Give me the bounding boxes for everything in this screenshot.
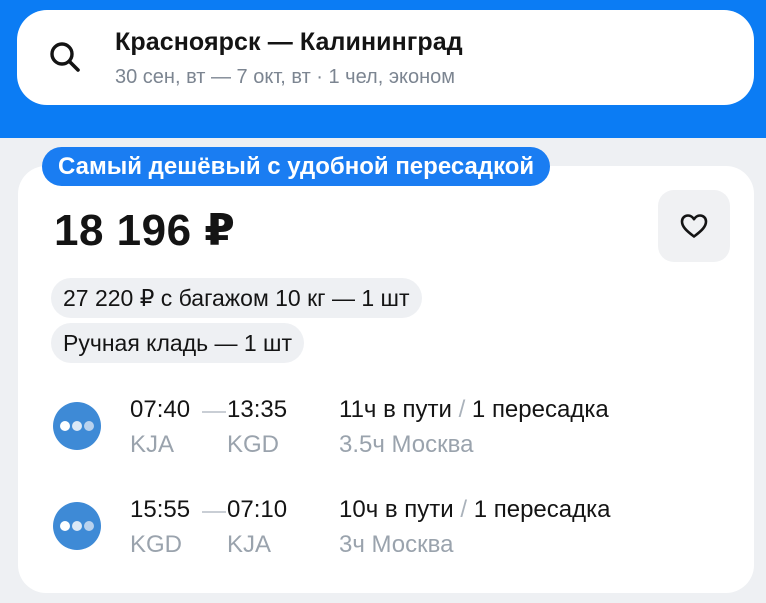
trip-duration: 10ч в пути / 1 пересадка <box>339 496 610 524</box>
favorite-button[interactable] <box>658 190 730 262</box>
hand-luggage-chip: Ручная кладь — 1 шт <box>51 323 305 363</box>
carrier-logo-icon <box>53 402 101 450</box>
stopover-info: 3ч Москва <box>339 531 454 558</box>
time-separator <box>202 411 226 413</box>
transfers-text: 1 пересадка <box>473 496 611 523</box>
offer-price: 18 196 ₽ <box>54 206 236 255</box>
flight-segment-outbound[interactable]: 07:40 13:35 KJA KGD 11ч в пути / 1 перес… <box>0 390 766 470</box>
arrive-time: 07:10 <box>227 496 288 523</box>
depart-time: 15:55 <box>130 496 191 523</box>
baggage-option-chip[interactable]: 27 220 ₽ с багажом 10 кг — 1 шт <box>51 278 422 318</box>
duration-separator: / <box>458 396 466 423</box>
transfers-text: 1 пересадка <box>471 396 609 423</box>
duration-text: 11ч в пути <box>339 396 452 423</box>
origin-code: KGD <box>130 531 183 558</box>
search-icon <box>50 42 80 72</box>
destination-code: KJA <box>227 531 272 558</box>
duration-text: 10ч в пути <box>339 496 454 523</box>
search-route-title: Красноярск — Калининград <box>115 28 463 56</box>
destination-code: KGD <box>227 431 280 458</box>
search-details: 30 сен, вт — 7 окт, вт · 1 чел, эконом <box>115 66 456 88</box>
search-bar[interactable]: Красноярск — Калининград 30 сен, вт — 7 … <box>17 10 754 105</box>
carrier-logo-icon <box>53 502 101 550</box>
offer-badge: Самый дешёвый с удобной пересадкой <box>42 147 551 186</box>
depart-time: 07:40 <box>130 396 191 423</box>
origin-code: KJA <box>130 431 175 458</box>
duration-separator: / <box>460 496 468 523</box>
arrive-time: 13:35 <box>227 396 288 423</box>
time-separator <box>202 511 226 513</box>
heart-icon <box>680 214 708 238</box>
stopover-info: 3.5ч Москва <box>339 431 474 458</box>
trip-duration: 11ч в пути / 1 пересадка <box>339 396 609 424</box>
flight-segment-return[interactable]: 15:55 07:10 KGD KJA 10ч в пути / 1 перес… <box>0 490 766 570</box>
